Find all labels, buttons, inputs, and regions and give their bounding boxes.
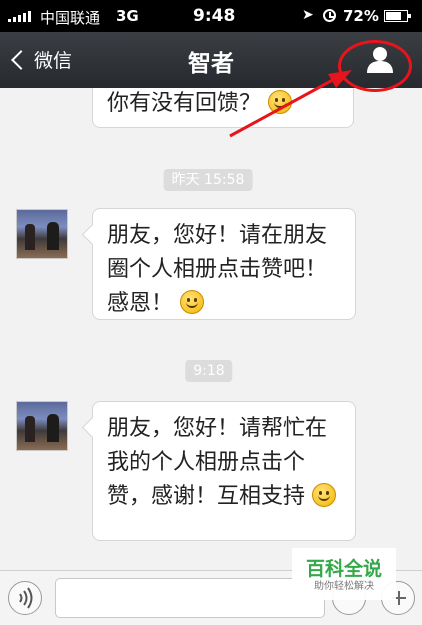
chat-area[interactable]: 你有没有回馈？ 昨天 15:58 朋友，您好！请在朋友圈个人相册点击赞吧！感恩！…: [0, 88, 422, 570]
timestamp: 9:18: [185, 360, 233, 382]
message-bubble[interactable]: 你有没有回馈？: [92, 88, 354, 128]
watermark-subtitle: 助你轻松解决: [314, 581, 374, 592]
battery-percent: 72%: [343, 7, 379, 25]
profile-button[interactable]: [362, 42, 398, 78]
watermark-title: 百科全说: [305, 558, 382, 580]
battery-icon: [384, 10, 411, 22]
voice-button[interactable]: [8, 581, 42, 615]
avatar[interactable]: [16, 401, 68, 451]
message-text: 朋友，您好！请在朋友圈个人相册点击赞吧！感恩！: [107, 223, 328, 316]
smile-emoji-icon: [312, 483, 337, 507]
network-label: 3G: [116, 7, 139, 25]
message-text: 你有没有回馈？: [107, 91, 262, 116]
speaker-icon: [19, 587, 33, 609]
clock: 9:48: [193, 6, 236, 26]
avatar[interactable]: [16, 209, 68, 259]
person-icon: [367, 47, 393, 73]
smile-emoji-icon: [268, 90, 293, 114]
message-bubble[interactable]: 朋友，您好！请在朋友圈个人相册点击赞吧！感恩！: [92, 208, 356, 320]
timestamp: 昨天 15:58: [163, 169, 253, 191]
chat-title: 智者: [188, 51, 234, 77]
message-bubble[interactable]: 朋友，您好！请帮忙在我的个人相册点击个赞，感谢！互相支持: [92, 401, 356, 541]
nav-bar: 微信 智者: [0, 32, 422, 88]
watermark: 百科全说 助你轻松解决: [292, 548, 396, 600]
smile-emoji-icon: [180, 290, 205, 314]
alarm-icon: [323, 9, 336, 22]
message-text: 朋友，您好！请帮忙在我的个人相册点击个赞，感谢！互相支持: [107, 416, 328, 509]
message-input[interactable]: [55, 578, 325, 618]
carrier-label: 中国联通: [40, 9, 101, 27]
location-icon: ➤: [302, 7, 314, 23]
status-bar: 中国联通 3G 9:48 ➤ 72%: [0, 0, 422, 32]
signal-icon: [8, 11, 31, 22]
